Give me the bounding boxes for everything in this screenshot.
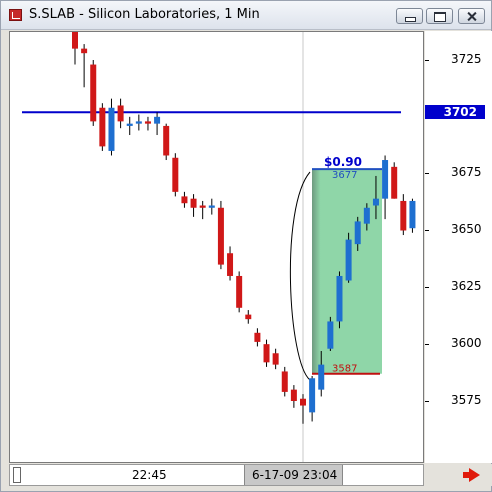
time-tick-label: 22:45 (132, 468, 167, 482)
candle-body-up (409, 200, 416, 229)
maximize-button[interactable] (426, 8, 453, 24)
price-tick-label: 3575 (451, 393, 482, 407)
position-high-label: 3677 (332, 170, 357, 181)
candle-body-up (372, 198, 379, 206)
price-tick-mark (425, 287, 429, 288)
candle-body-down (236, 275, 243, 308)
price-tick-mark (425, 401, 429, 402)
candle-body-down (190, 198, 197, 208)
price-tick-label: 3625 (451, 279, 482, 293)
chart-window: S.SLAB - Silicon Laboratories, 1 Min $0.… (0, 0, 492, 492)
minimize-button[interactable] (396, 8, 423, 24)
candle-body-down (227, 253, 234, 276)
candle-body-down (400, 200, 407, 231)
candle-body-up (108, 107, 115, 151)
close-button[interactable] (458, 8, 485, 24)
scroll-right-arrow-icon[interactable] (463, 468, 480, 482)
candle-body-up (327, 321, 334, 349)
chart-app-icon[interactable] (9, 9, 22, 21)
time-cursor-label: 6-17-09 23:04 (244, 465, 344, 485)
candle-body-up (309, 378, 316, 413)
candle-body-up (354, 221, 361, 245)
position-profit-label: $0.90 (324, 155, 362, 169)
candle-body-down (72, 32, 78, 49)
candle-body-down (281, 371, 288, 392)
candle-body-down (217, 207, 224, 265)
candle-body-up (336, 275, 343, 322)
candle-body-up (363, 207, 370, 224)
candlestick-chart: $0.903677 3587 (22, 32, 416, 462)
nav-corner (425, 464, 492, 486)
price-tick-label: 3725 (451, 52, 482, 66)
candle-body-up (135, 121, 142, 124)
price-tick-label: 3675 (451, 165, 482, 179)
candle-body-down (117, 105, 124, 122)
candle-body-down (263, 344, 270, 363)
price-tick-mark (425, 230, 429, 231)
price-tick-label: 3650 (451, 222, 482, 236)
price-tick-mark (425, 344, 429, 345)
price-tick-mark (425, 60, 429, 61)
title-bar[interactable]: S.SLAB - Silicon Laboratories, 1 Min (1, 1, 491, 30)
candle-body-down (290, 389, 297, 401)
candle-body-down (245, 314, 252, 320)
candle-body-up (382, 160, 389, 199)
candle-body-up (126, 123, 133, 126)
candle-body-down (272, 353, 279, 365)
candle-body-down (163, 125, 170, 156)
candle-body-down (172, 157, 179, 192)
current-price-marker: 3702 (425, 105, 485, 119)
scroll-thumb[interactable] (13, 467, 21, 483)
candle-body-up (345, 239, 352, 281)
candle-body-down (254, 332, 261, 342)
candle-body-up (208, 205, 215, 208)
candle-body-down (300, 398, 306, 406)
position-low-label: 3587 (332, 364, 357, 375)
price-tick-label: 3600 (451, 336, 482, 350)
time-axis[interactable]: 22:45 6-17-09 23:04 (9, 464, 424, 486)
candle-body-down (181, 196, 188, 204)
candle-body-down (199, 205, 206, 208)
candle-body-down (81, 48, 88, 54)
price-tick-mark (425, 173, 429, 174)
chart-plot-area[interactable]: $0.90 3677 3587 (9, 31, 424, 463)
candle-body-down (144, 121, 151, 124)
candle-body-up (318, 364, 325, 390)
candle-body-up (154, 116, 161, 124)
candle-body-down (99, 107, 106, 147)
price-axis[interactable]: 3725 3675 3650 3625 3600 3575 3700 3702 (425, 31, 492, 463)
candle-body-down (90, 64, 97, 122)
candle-body-down (391, 166, 398, 199)
selection-ellipse-outline (289, 171, 311, 381)
window-title: S.SLAB - Silicon Laboratories, 1 Min (29, 7, 260, 22)
